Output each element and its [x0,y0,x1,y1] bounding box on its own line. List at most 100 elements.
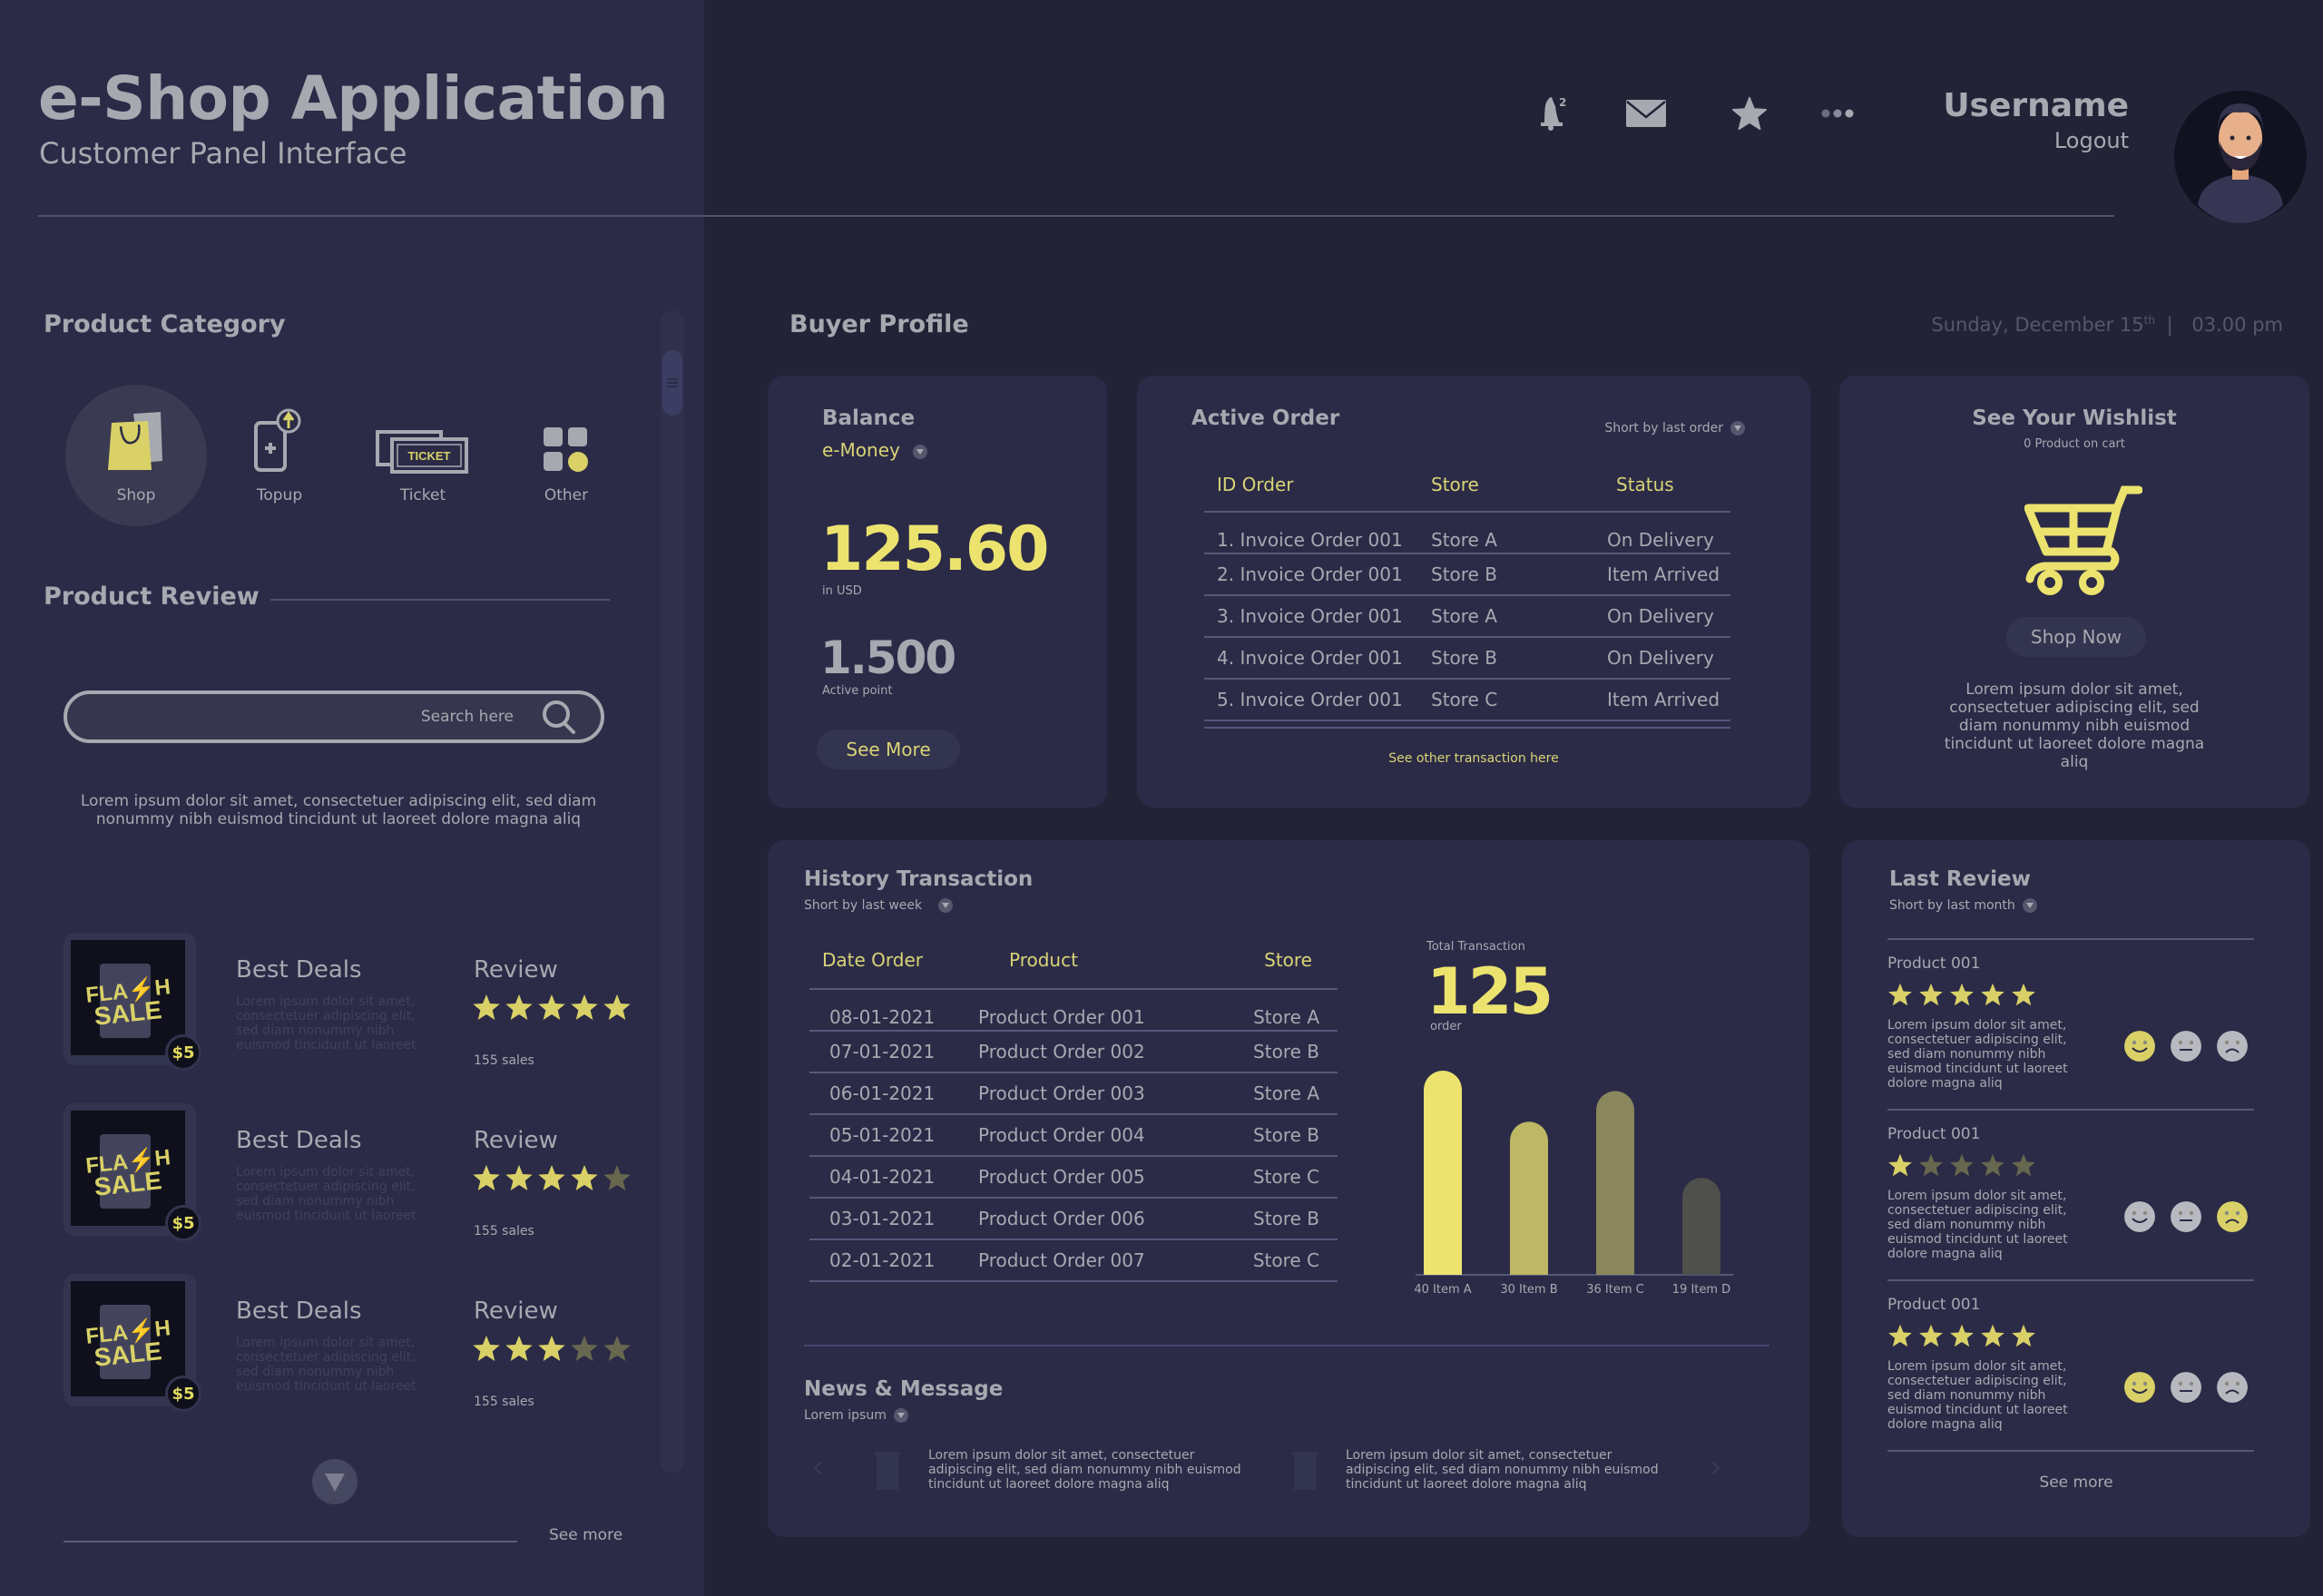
transaction-bar-chart: 40 Item A 30 Item B 36 Item C 19 Item D [1414,1071,1733,1297]
order-status: Item Arrived [1607,563,1720,585]
table-row[interactable]: 06-01-2021 Product Order 003 Store A [809,1072,1338,1114]
table-row[interactable]: 05-01-2021 Product Order 004 Store B [809,1114,1338,1156]
favorites-button[interactable] [1722,91,1777,136]
last-review-sort[interactable]: Short by last month [1889,898,2037,913]
sort-label: Short by last month [1889,898,2015,913]
table-row[interactable]: 5. Invoice Order 001 Store C Item Arrive… [1204,679,1730,720]
product-category-title: Product Category [44,310,286,338]
see-more-link[interactable]: See more [549,1526,622,1544]
table-row[interactable]: 07-01-2021 Product Order 002 Store B [809,1031,1338,1072]
sad-face-icon[interactable] [2217,1031,2248,1062]
neutral-face-icon[interactable] [2171,1031,2201,1062]
star-empty-icon [603,1165,631,1190]
table-row[interactable]: 08-01-2021 Product Order 001 Store A [809,989,1338,1031]
shopping-bag-icon [108,412,162,470]
messages-button[interactable] [1619,91,1673,136]
deal-description: Lorem ipsum dolor sit amet, consectetuer… [236,1165,417,1223]
table-row[interactable]: 1. Invoice Order 001 Store A On Delivery [1204,512,1730,553]
deal-price: $5 [165,1034,201,1071]
table-end [1204,720,1730,728]
star-filled-icon [1888,983,1912,1006]
flash-sale-icon: FLA⚡H SALE [71,1281,185,1396]
scrollbar-thumb[interactable] [662,350,682,416]
table-row[interactable]: 3. Invoice Order 001 Store A On Delivery [1204,595,1730,637]
history-product: Product Order 003 [978,1082,1145,1104]
history-store: Store C [1252,1249,1319,1271]
active-points: 1.500 [820,632,956,684]
prev-arrow-icon[interactable] [813,1461,822,1475]
balance-title: Balance [822,406,916,430]
history-store: Store A [1253,1006,1319,1028]
category-ticket[interactable]: TICKET Ticket [352,385,494,526]
next-arrow-icon[interactable] [1711,1461,1720,1475]
logout-link[interactable]: Logout [1943,128,2129,153]
sad-face-icon[interactable] [2217,1372,2248,1403]
history-product: Product Order 001 [978,1006,1145,1028]
see-more-link[interactable]: See more [1842,1474,2310,1492]
bar-item-a[interactable] [1424,1071,1462,1275]
category-list: Shop Topup TICKET Ticket Other [65,385,639,526]
bar-item-c[interactable] [1596,1091,1634,1276]
notifications-button[interactable]: 2 [1524,91,1579,136]
search-icon[interactable] [541,699,577,735]
divider [804,1345,1769,1346]
deal-item[interactable]: FLA⚡H SALE $5 Best Deals Lorem ipsum dol… [64,933,644,1078]
bar-item-b[interactable] [1510,1121,1548,1275]
order-store: Store A [1431,605,1497,627]
table-row[interactable]: 4. Invoice Order 001 Store B On Delivery [1204,637,1730,679]
avatar[interactable] [2174,91,2307,223]
app-title: e-Shop Application [38,64,669,133]
history-store: Store B [1253,1041,1319,1062]
shop-now-button[interactable]: Shop Now [2006,617,2146,657]
category-label: Topup [256,486,303,504]
table-row[interactable]: 02-01-2021 Product Order 007 Store C [809,1239,1338,1281]
deal-item[interactable]: FLA⚡H SALE $5 Best Deals Lorem ipsum dol… [64,1274,644,1419]
happy-face-icon[interactable] [2124,1201,2155,1232]
trash-icon[interactable] [1292,1450,1318,1490]
trash-icon[interactable] [875,1450,900,1490]
neutral-face-icon[interactable] [2171,1372,2201,1403]
mood-selector [2109,1372,2248,1403]
deal-review-label: Review [474,1297,558,1325]
history-store: Store B [1253,1124,1319,1146]
scrollbar-track[interactable] [661,310,684,1474]
neutral-face-icon[interactable] [2171,1201,2201,1232]
sad-face-icon[interactable] [2217,1201,2248,1232]
history-store: Store B [1253,1208,1319,1229]
happy-face-icon[interactable] [2124,1372,2155,1403]
deal-item[interactable]: FLA⚡H SALE $5 Best Deals Lorem ipsum dol… [64,1103,644,1248]
star-filled-icon [538,994,565,1020]
category-other[interactable]: Other [495,385,637,526]
review-description: Lorem ipsum dolor sit amet, consectetuer… [80,792,597,828]
history-date: 06-01-2021 [829,1082,936,1104]
flash-sale-icon: FLA⚡H SALE [71,1111,185,1226]
category-topup[interactable]: Topup [209,385,350,526]
table-row[interactable]: 03-01-2021 Product Order 006 Store B [809,1198,1338,1239]
currency-select[interactable]: e-Money [822,439,927,461]
search-input[interactable]: Search here [64,690,604,743]
dropdown-icon [2022,898,2037,913]
table-row[interactable]: 2. Invoice Order 001 Store B Item Arrive… [1204,553,1730,595]
top-icon-bar: 2 [1524,91,1866,136]
bar-item-d[interactable] [1682,1178,1720,1275]
star-filled-icon [1888,1324,1912,1347]
see-other-transaction-link[interactable]: See other transaction here [1137,751,1810,766]
news-sort[interactable]: Lorem ipsum [804,1408,908,1423]
divider [1887,1450,2254,1452]
scroll-down-button[interactable] [312,1459,358,1504]
happy-face-icon[interactable] [2124,1031,2155,1062]
dropdown-icon [1730,421,1745,436]
star-filled-icon [1919,983,1943,1006]
topup-phone-icon [254,408,301,472]
category-shop[interactable]: Shop [65,385,207,526]
history-sort[interactable]: Short by last week [804,898,954,913]
see-more-button[interactable]: See More [817,729,960,769]
history-date: 04-01-2021 [829,1166,936,1188]
header-divider [38,215,2114,217]
column-header: ID Order [1217,473,1294,495]
wishlist-title: See Your Wishlist [1972,406,2177,430]
active-order-sort[interactable]: Short by last order [1604,421,1745,436]
history-product: Product Order 007 [978,1249,1145,1271]
table-row[interactable]: 04-01-2021 Product Order 005 Store C [809,1156,1338,1198]
more-button[interactable] [1811,91,1866,136]
